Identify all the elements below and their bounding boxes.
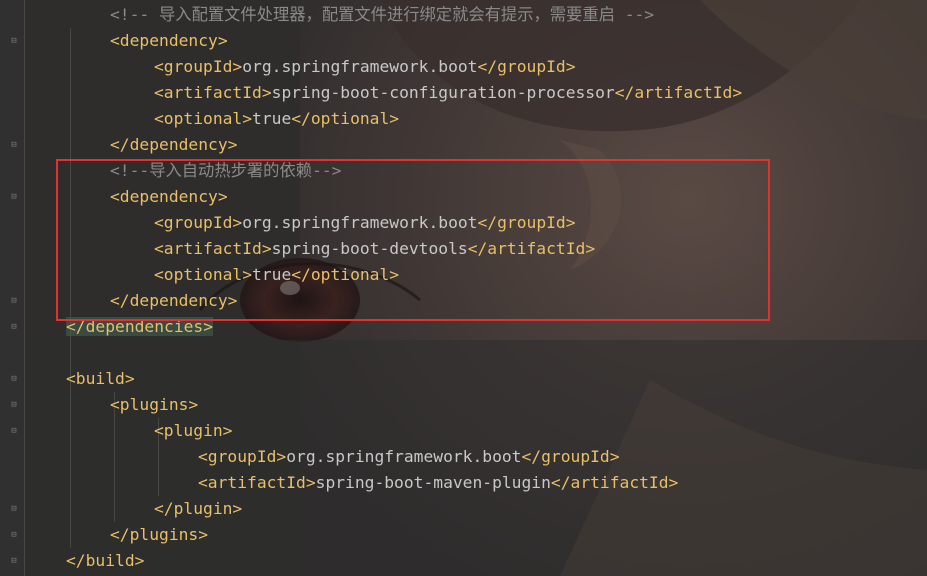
xml-text: org.springframework.boot	[242, 57, 478, 76]
code-comment: <!-- 导入配置文件处理器，配置文件进行绑定就会有提示，需要重启 -->	[110, 5, 655, 24]
xml-tag: <build>	[66, 369, 135, 388]
fold-marker-icon[interactable]: ⊟	[9, 426, 19, 436]
fold-marker-icon[interactable]: ⊟	[9, 140, 19, 150]
xml-tag: <plugin>	[154, 421, 233, 440]
fold-marker-icon[interactable]: ⊟	[9, 36, 19, 46]
xml-tag: <groupId>	[154, 57, 243, 76]
xml-text: org.springframework.boot	[286, 447, 522, 466]
code-line[interactable]: <artifactId>spring-boot-maven-plugin</ar…	[198, 470, 678, 496]
xml-text: true	[252, 109, 292, 128]
code-line[interactable]: <plugins>	[110, 392, 198, 418]
gutter-divider	[24, 0, 25, 576]
code-line[interactable]: <artifactId>spring-boot-configuration-pr…	[154, 80, 742, 106]
xml-tag: </plugins>	[110, 525, 209, 544]
fold-marker-icon[interactable]: ⊟	[9, 504, 19, 514]
code-line[interactable]: <build>	[66, 366, 135, 392]
xml-text: spring-boot-maven-plugin	[315, 473, 551, 492]
fold-marker-icon[interactable]: ⊟	[9, 296, 19, 306]
xml-tag: </plugin>	[154, 499, 243, 518]
fold-marker-icon[interactable]: ⊟	[9, 400, 19, 410]
xml-tag: <groupId>	[198, 447, 287, 466]
fold-marker-icon[interactable]: ⊟	[9, 322, 19, 332]
fold-marker-icon[interactable]: ⊟	[9, 374, 19, 384]
xml-tag: <dependency>	[110, 31, 228, 50]
xml-text: spring-boot-configuration-processor	[271, 83, 615, 102]
code-line[interactable]: <groupId>org.springframework.boot</group…	[198, 444, 620, 470]
xml-tag: <plugins>	[110, 395, 199, 414]
xml-tag: </groupId>	[521, 447, 620, 466]
xml-tag: <optional>	[154, 109, 253, 128]
code-line[interactable]: <dependency>	[110, 28, 228, 54]
fold-marker-icon[interactable]: ⊟	[9, 530, 19, 540]
code-line[interactable]: </plugins>	[110, 522, 208, 548]
xml-tag: </groupId>	[477, 57, 576, 76]
xml-tag: </artifactId>	[550, 473, 679, 492]
code-line[interactable]: </plugin>	[154, 496, 242, 522]
xml-tag: </optional>	[291, 109, 400, 128]
fold-marker-icon[interactable]: ⊟	[9, 192, 19, 202]
xml-tag: </dependency>	[110, 135, 238, 154]
code-line[interactable]: </build>	[66, 548, 144, 574]
code-editor[interactable]: ⊟ ⊟ ⊟ ⊟ ⊟ ⊟ ⊟ ⊟ ⊟ ⊟ ⊟ <!-- 导入配置文件处理器，配置文件进行绑定就会有提示…	[0, 0, 927, 576]
code-line[interactable]: <groupId>org.springframework.boot</group…	[154, 54, 576, 80]
xml-tag: </build>	[66, 551, 145, 570]
xml-tag: <artifactId>	[154, 83, 272, 102]
xml-tag: </artifactId>	[614, 83, 743, 102]
xml-tag: <artifactId>	[198, 473, 316, 492]
code-line[interactable]: </dependency>	[110, 132, 237, 158]
code-line[interactable]: <plugin>	[154, 418, 232, 444]
editor-gutter	[0, 0, 24, 576]
fold-marker-icon[interactable]: ⊟	[9, 556, 19, 566]
highlight-annotation-box	[56, 159, 770, 321]
code-line[interactable]: <!-- 导入配置文件处理器，配置文件进行绑定就会有提示，需要重启 -->	[110, 2, 654, 28]
code-line[interactable]: <optional>true</optional>	[154, 106, 399, 132]
